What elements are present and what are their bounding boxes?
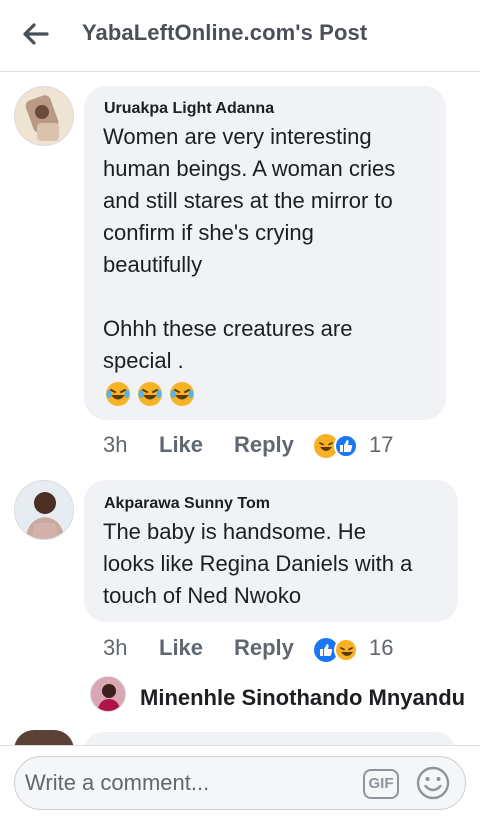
reply-author[interactable]: Minenhle Sinothando Mnyandu	[140, 685, 465, 711]
comment-time: 3h	[103, 432, 128, 457]
laughing-emoji-icon	[168, 380, 196, 408]
reaction-count[interactable]: 17	[369, 432, 393, 458]
comment-text-line: Ohhh these creatures are	[103, 316, 353, 341]
comment-composer: GIF	[14, 756, 466, 810]
reply-button[interactable]: Reply	[234, 635, 294, 661]
laughing-emoji-icon	[136, 380, 164, 408]
back-arrow-icon[interactable]	[16, 16, 56, 52]
like-button[interactable]: Like	[159, 635, 203, 661]
avatar[interactable]	[90, 676, 126, 712]
like-button[interactable]: Like	[159, 432, 203, 458]
avatar[interactable]	[14, 480, 74, 540]
post-header: YabaLeftOnline.com's Post	[0, 0, 480, 72]
comment-author[interactable]: Akparawa Sunny Tom	[104, 495, 270, 513]
comment-author[interactable]: Uruakpa Light Adanna	[104, 100, 274, 118]
comment-text-line: beautifully	[103, 252, 203, 277]
laughing-emoji-icon	[104, 380, 132, 408]
reaction-count[interactable]: 16	[369, 635, 393, 661]
comment-actions: 3h Like Reply 17	[0, 432, 480, 462]
like-reaction-icon[interactable]	[334, 434, 358, 458]
gif-button[interactable]: GIF	[363, 769, 399, 799]
comment-text-line: touch of Ned Nwoko	[103, 583, 302, 608]
comment-time: 3h	[103, 635, 128, 660]
reply-button[interactable]: Reply	[234, 432, 294, 458]
avatar[interactable]	[14, 86, 74, 146]
haha-reaction-icon[interactable]	[334, 638, 358, 662]
page-title: YabaLeftOnline.com's Post	[82, 20, 368, 45]
comment-text-line: looks like Regina Daniels with a	[103, 551, 413, 576]
smiley-icon[interactable]	[415, 765, 451, 801]
comment-text-line: Women are very interesting	[103, 124, 372, 149]
comment-text-line: confirm if she's crying	[103, 220, 314, 245]
comment-text-line: and still stares at the mirror to	[103, 188, 393, 213]
comment-actions: 3h Like Reply 16	[0, 635, 480, 665]
comment-text-line: The baby is handsome. He	[103, 519, 366, 544]
comment-text-line: special .	[103, 348, 184, 373]
comment-input[interactable]	[25, 765, 355, 801]
comment-text-line: human beings. A woman cries	[103, 156, 396, 181]
